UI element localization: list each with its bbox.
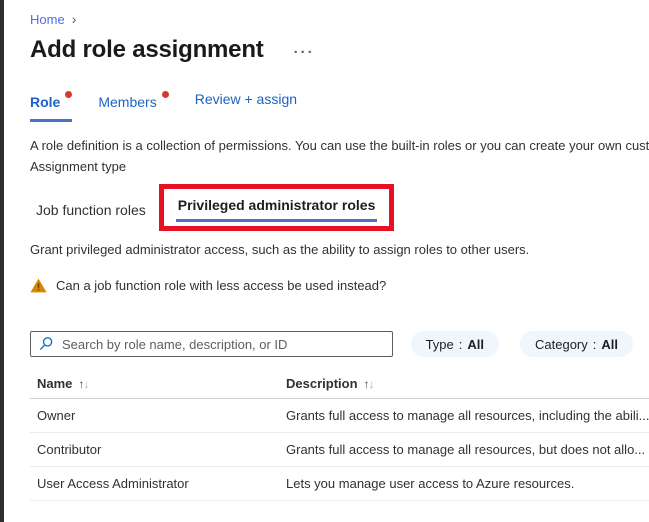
- sort-arrows-icon: ↑↓: [364, 377, 374, 391]
- roles-table: Name ↑↓ Description ↑↓ Owner Grants full a…: [30, 369, 649, 501]
- search-filter-row: Type : All Category : All: [30, 331, 649, 357]
- tab-privileged-administrator-roles[interactable]: Privileged administrator roles: [176, 197, 378, 222]
- wizard-tabs: Role Members Review + assign: [30, 91, 649, 122]
- tab-role-alert-dot: [65, 91, 72, 98]
- warning-triangle-icon: [30, 278, 47, 293]
- breadcrumb: Home ›: [30, 12, 649, 27]
- filter-category-label: Category: [535, 337, 588, 352]
- role-description: Grants full access to manage all resourc…: [286, 442, 649, 457]
- tab-review-assign[interactable]: Review + assign: [195, 91, 297, 122]
- filter-type-value: All: [467, 337, 484, 352]
- tab-members-alert-dot: [162, 91, 169, 98]
- table-row-contributor[interactable]: Contributor Grants full access to manage…: [30, 433, 649, 467]
- description-column-label: Description: [286, 376, 358, 391]
- privileged-access-description: Grant privileged administrator access, s…: [30, 242, 649, 257]
- filter-category-value: All: [601, 337, 618, 352]
- filter-type-label: Type: [426, 337, 454, 352]
- table-row-owner[interactable]: Owner Grants full access to manage all r…: [30, 399, 649, 433]
- tab-role-label: Role: [30, 94, 60, 110]
- tab-review-assign-label: Review + assign: [195, 91, 297, 107]
- table-row-user-access-administrator[interactable]: User Access Administrator Lets you manag…: [30, 467, 649, 501]
- search-input[interactable]: [30, 331, 393, 357]
- breadcrumb-chevron-icon: ›: [72, 12, 77, 26]
- tab-members[interactable]: Members: [98, 91, 168, 122]
- column-header-name[interactable]: Name ↑↓: [30, 376, 286, 391]
- breadcrumb-home-link[interactable]: Home: [30, 12, 65, 27]
- tab-members-label: Members: [98, 94, 156, 110]
- role-definition-text: A role definition is a collection of per…: [30, 135, 649, 156]
- role-intro-text: A role definition is a collection of per…: [30, 135, 649, 177]
- name-column-label: Name: [37, 376, 72, 391]
- page-title: Add role assignment: [30, 36, 264, 64]
- filter-category-separator: :: [593, 337, 597, 352]
- tab-role[interactable]: Role: [30, 91, 72, 122]
- role-name: Owner: [30, 408, 286, 423]
- title-row: Add role assignment ···: [30, 36, 649, 64]
- tab-job-function-roles[interactable]: Job function roles: [36, 202, 146, 218]
- filter-pills: Type : All Category : All: [411, 331, 633, 357]
- red-annotation-box: Privileged administrator roles: [159, 184, 395, 231]
- filter-category[interactable]: Category : All: [520, 331, 633, 357]
- roles-table-header: Name ↑↓ Description ↑↓: [30, 369, 649, 399]
- search-icon: [39, 336, 54, 351]
- search-box: [30, 331, 393, 357]
- warning-text: Can a job function role with less access…: [56, 278, 386, 293]
- assignment-type-label: Assignment type: [30, 156, 649, 177]
- add-role-assignment-pane: Home › Add role assignment ··· Role Memb…: [30, 0, 649, 501]
- filter-type[interactable]: Type : All: [411, 331, 499, 357]
- more-options-icon[interactable]: ···: [294, 44, 315, 61]
- role-name: User Access Administrator: [30, 476, 286, 491]
- role-name: Contributor: [30, 442, 286, 457]
- assignment-type-tabs: Job function roles Privileged administra…: [30, 184, 649, 231]
- screen-left-edge: [0, 0, 4, 522]
- sort-arrows-icon: ↑↓: [78, 377, 88, 391]
- filter-type-separator: :: [459, 337, 463, 352]
- column-header-description[interactable]: Description ↑↓: [286, 376, 649, 391]
- role-description: Grants full access to manage all resourc…: [286, 408, 649, 423]
- role-description: Lets you manage user access to Azure res…: [286, 476, 649, 491]
- warning-message: Can a job function role with less access…: [30, 278, 649, 293]
